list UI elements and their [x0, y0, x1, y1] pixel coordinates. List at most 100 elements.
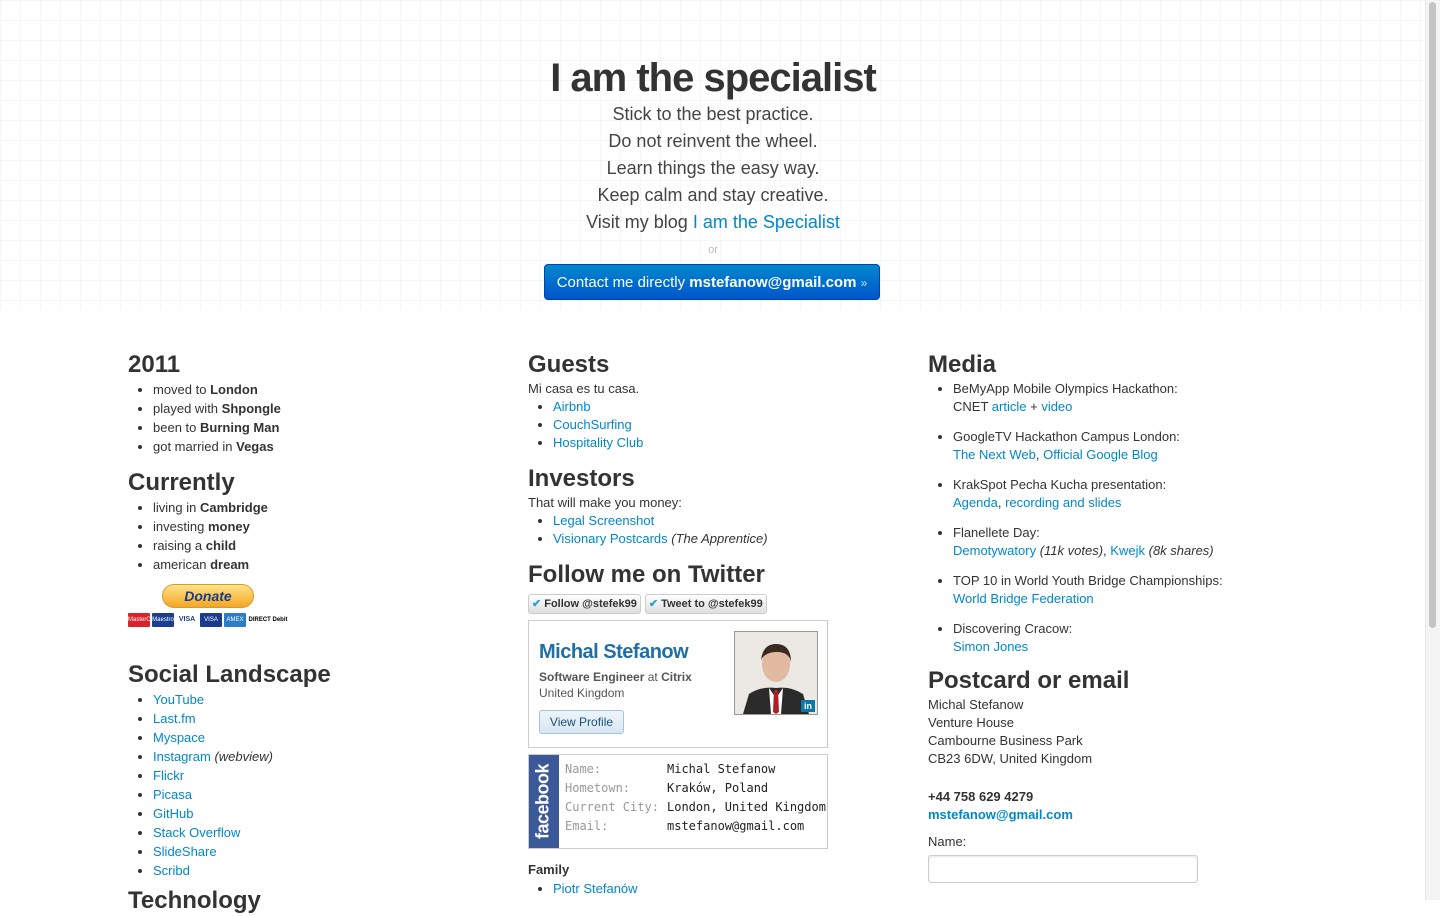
section-media: Media BeMyApp Mobile Olympics Hackathon:… [928, 350, 1258, 656]
list-item: played with Shpongle [153, 399, 488, 418]
left-column: 2011 moved to London played with Shpongl… [128, 350, 488, 916]
blog-line: Visit my blog I am the Specialist [0, 209, 1426, 236]
media-link[interactable]: recording and slides [1005, 495, 1121, 510]
media-link[interactable]: video [1041, 399, 1072, 414]
list-item: Last.fm [153, 709, 488, 728]
contact-email-button[interactable]: Contact me directly mstefanow@gmail.com … [544, 264, 880, 300]
address-line: Cambourne Business Park [928, 733, 1083, 748]
guest-link-airbnb[interactable]: Airbnb [553, 399, 591, 414]
or-separator: or [708, 244, 718, 256]
social-link-youtube[interactable]: YouTube [153, 692, 204, 707]
contact-prefix: Contact me directly [556, 274, 686, 291]
twitter-follow-button[interactable]: ✔ Follow @stefek99 [528, 594, 641, 614]
blog-link[interactable]: I am the Specialist [693, 212, 840, 232]
section-heading: Technology [128, 887, 261, 914]
contact-email: mstefanow@gmail.com [689, 274, 857, 291]
list-item: YouTube [153, 690, 488, 709]
fb-row-city: Current City: London, United Kingdom [565, 800, 826, 814]
social-link-slideshare[interactable]: SlideShare [153, 844, 217, 859]
page-title: I am the specialist [550, 56, 877, 100]
email-link[interactable]: mstefanow@gmail.com [928, 807, 1073, 822]
tagline-lines: Stick to the best practice. Do not reinv… [0, 101, 1426, 236]
linkedin-name[interactable]: Michal Stefanow [539, 641, 689, 664]
list-item: got married in Vegas [153, 437, 488, 456]
list-currently: living in Cambridge investing money rais… [128, 498, 488, 574]
media-link[interactable]: The Next Web [953, 447, 1036, 462]
social-link-flickr[interactable]: Flickr [153, 768, 184, 783]
view-profile-button[interactable]: View Profile [539, 710, 624, 734]
section-heading: 2011 [128, 351, 181, 378]
guest-link-couchsurfing[interactable]: CouchSurfing [553, 417, 632, 432]
media-list: BeMyApp Mobile Olympics Hackathon: CNET … [928, 380, 1258, 656]
maestro-icon: Maestro [152, 613, 174, 627]
media-link[interactable]: Official Google Blog [1043, 447, 1158, 462]
donate-widget: Donate MasterCard Maestro VISA VISA AMEX… [128, 584, 488, 630]
media-item: GoogleTV Hackathon Campus London: The Ne… [953, 428, 1258, 464]
list-item: moved to London [153, 380, 488, 399]
address-line: Michal Stefanow [928, 697, 1024, 712]
family-link[interactable]: Piotr Stefanów [553, 881, 638, 896]
list-item: GitHub [153, 804, 488, 823]
social-link-github[interactable]: GitHub [153, 806, 193, 821]
twitter-tweet-button[interactable]: ✔ Tweet to @stefek99 [644, 594, 767, 614]
social-link-stackoverflow[interactable]: Stack Overflow [153, 825, 240, 840]
fb-row-email: Email: mstefanow@gmail.com [565, 819, 805, 833]
investor-link-postcards[interactable]: Visionary Postcards [553, 531, 668, 546]
guest-link-hospitality[interactable]: Hospitality Club [553, 435, 643, 450]
list-item: Airbnb [553, 398, 888, 416]
social-link-myspace[interactable]: Myspace [153, 730, 205, 745]
list-item: CouchSurfing [553, 416, 888, 434]
media-link[interactable]: article [992, 399, 1027, 414]
section-heading: Guests [528, 351, 610, 378]
section-heading: Currently [128, 469, 235, 496]
section-heading: Media [928, 351, 997, 378]
linkedin-icon: in [801, 700, 815, 712]
name-input[interactable] [928, 855, 1198, 883]
media-link[interactable]: Kwejk [1110, 543, 1145, 558]
social-link-instagram[interactable]: Instagram [153, 749, 211, 764]
family-list: Piotr Stefanów [528, 879, 888, 898]
list-item: american dream [153, 555, 488, 574]
donate-button[interactable]: Donate [162, 584, 254, 608]
media-link[interactable]: Agenda [953, 495, 998, 510]
page-scrollbar[interactable] [1425, 0, 1440, 900]
linkedin-card: Michal Stefanow Software Engineer at Cit… [528, 620, 828, 748]
section-intro: That will make you money: [528, 495, 682, 510]
media-link[interactable]: World Bridge Federation [953, 591, 1094, 606]
address-line: CB23 6DW, United Kingdom [928, 751, 1093, 766]
social-link-lastfm[interactable]: Last.fm [153, 711, 196, 726]
social-link-scribd[interactable]: Scribd [153, 863, 190, 878]
scrollbar-thumb[interactable] [1429, 2, 1436, 628]
section-twitter: Follow me on Twitter ✔ Follow @stefek99 ✔… [528, 560, 888, 614]
section-heading: Social Landscape [128, 661, 331, 688]
media-link[interactable]: Simon Jones [953, 639, 1028, 654]
investor-link-legal[interactable]: Legal Screenshot [553, 513, 654, 528]
fb-row-name: Name: Michal Stefanow [565, 762, 776, 776]
family-heading: Family [528, 862, 570, 877]
facebook-card: facebook Name: Michal Stefanow Hometown: K… [528, 754, 828, 849]
twitter-buttons: ✔ Follow @stefek99 ✔ Tweet to @stefek99 [528, 594, 888, 614]
list-item: Picasa [153, 785, 488, 804]
linkedin-location: United Kingdom [539, 686, 625, 700]
list-item: Hospitality Club [553, 434, 888, 452]
list-2011: moved to London played with Shpongle bee… [128, 380, 488, 456]
address-line: Venture House [928, 715, 1015, 730]
name-label: Name: [928, 834, 967, 849]
list-item: Visionary Postcards (The Apprentice) [553, 530, 888, 548]
facebook-logo: facebook [529, 755, 559, 848]
social-link-picasa[interactable]: Picasa [153, 787, 192, 802]
list-item: Legal Screenshot [553, 512, 888, 530]
list-item: been to Burning Man [153, 418, 488, 437]
social-list: YouTube Last.fm Myspace Instagram (webvi… [128, 690, 488, 880]
section-investors: Investors That will make you money: Lega… [528, 464, 888, 548]
list-item: SlideShare [153, 842, 488, 861]
twitter-bird-icon: ✔ [648, 598, 659, 610]
investors-list: Legal Screenshot Visionary Postcards (Th… [528, 512, 888, 548]
media-item: BeMyApp Mobile Olympics Hackathon: CNET … [953, 380, 1258, 416]
section-heading: Postcard or email [928, 667, 1130, 694]
visa-icon: VISA [176, 613, 198, 627]
link-note: (webview) [214, 749, 273, 764]
media-link[interactable]: Demotywatory [953, 543, 1036, 558]
section-family: Family Piotr Stefanów [528, 861, 888, 898]
phone-number: +44 758 629 4279 [928, 789, 1034, 804]
